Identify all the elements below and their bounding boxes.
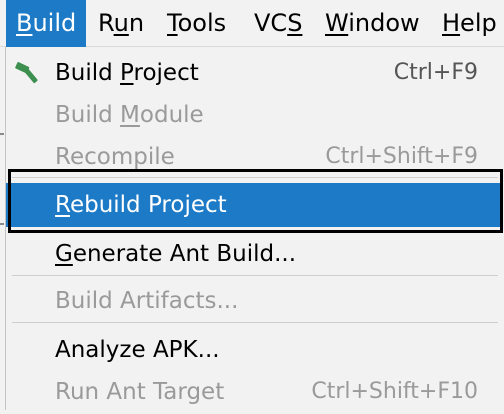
menu-vcs-mnemonic: S bbox=[287, 9, 303, 37]
menu-item-run-ant-target: Run Ant Target Ctrl+Shift+F10 bbox=[6, 370, 503, 414]
menu-separator bbox=[12, 322, 498, 323]
menu-run[interactable]: Run bbox=[98, 0, 144, 47]
menu-window-label: indow bbox=[348, 9, 420, 37]
build-menu-dropdown: Build Project Ctrl+F9 Build Module Recom… bbox=[5, 47, 503, 410]
menu-item-recompile: Recompile Ctrl+Shift+F9 bbox=[6, 135, 503, 179]
menu-tools-label: ools bbox=[177, 9, 227, 37]
menu-item-build-project[interactable]: Build Project Ctrl+F9 bbox=[6, 51, 503, 95]
menu-item-analyze-apk[interactable]: Analyze APK... bbox=[6, 328, 503, 372]
menu-item-label: Analyze APK... bbox=[55, 337, 220, 363]
menu-item-label: Build Artifacts... bbox=[55, 288, 239, 314]
menu-help-mnemonic: H bbox=[442, 9, 461, 37]
background-window-edge bbox=[0, 133, 4, 135]
menu-vcs-label: VC bbox=[254, 9, 288, 37]
menu-window-mnemonic: W bbox=[325, 9, 349, 37]
menu-bar: Build Run Tools VCS Window Help bbox=[0, 0, 504, 47]
menu-item-label: Recompile bbox=[55, 144, 175, 170]
menu-item-build-artifacts: Build Artifacts... bbox=[6, 279, 503, 323]
menu-item-shortcut: Ctrl+Shift+F10 bbox=[311, 379, 478, 404]
menu-help[interactable]: Help bbox=[442, 0, 497, 47]
menu-item-label: Build Project bbox=[55, 60, 199, 86]
menu-item-shortcut: Ctrl+Shift+F9 bbox=[325, 144, 478, 169]
menu-item-rebuild-project[interactable]: Rebuild Project bbox=[6, 183, 503, 227]
menu-build-label: uild bbox=[32, 9, 77, 37]
menu-vcs[interactable]: VCS bbox=[254, 0, 302, 47]
menu-item-generate-ant-build[interactable]: Generate Ant Build... bbox=[6, 232, 503, 276]
menu-run-label-pre: R bbox=[98, 9, 114, 37]
background-window-edge bbox=[0, 223, 4, 225]
menu-build[interactable]: Build bbox=[6, 0, 86, 47]
menu-item-label: Build Module bbox=[55, 102, 204, 128]
menu-separator bbox=[12, 177, 498, 178]
menu-tools[interactable]: Tools bbox=[167, 0, 226, 47]
menu-item-label: Run Ant Target bbox=[55, 379, 225, 405]
menu-item-shortcut: Ctrl+F9 bbox=[393, 60, 478, 85]
menu-build-mnemonic: B bbox=[16, 9, 33, 37]
menu-item-label: Rebuild Project bbox=[55, 192, 227, 218]
menu-run-label-rest: n bbox=[128, 9, 145, 37]
hammer-icon bbox=[15, 62, 38, 84]
menu-item-build-module: Build Module bbox=[6, 93, 503, 137]
menu-help-label: elp bbox=[460, 9, 497, 37]
menu-window[interactable]: Window bbox=[325, 0, 420, 47]
menu-item-label: Generate Ant Build... bbox=[55, 241, 297, 267]
menu-run-mnemonic: u bbox=[113, 9, 129, 37]
menu-separator bbox=[12, 275, 498, 276]
menu-tools-mnemonic: T bbox=[167, 9, 178, 37]
